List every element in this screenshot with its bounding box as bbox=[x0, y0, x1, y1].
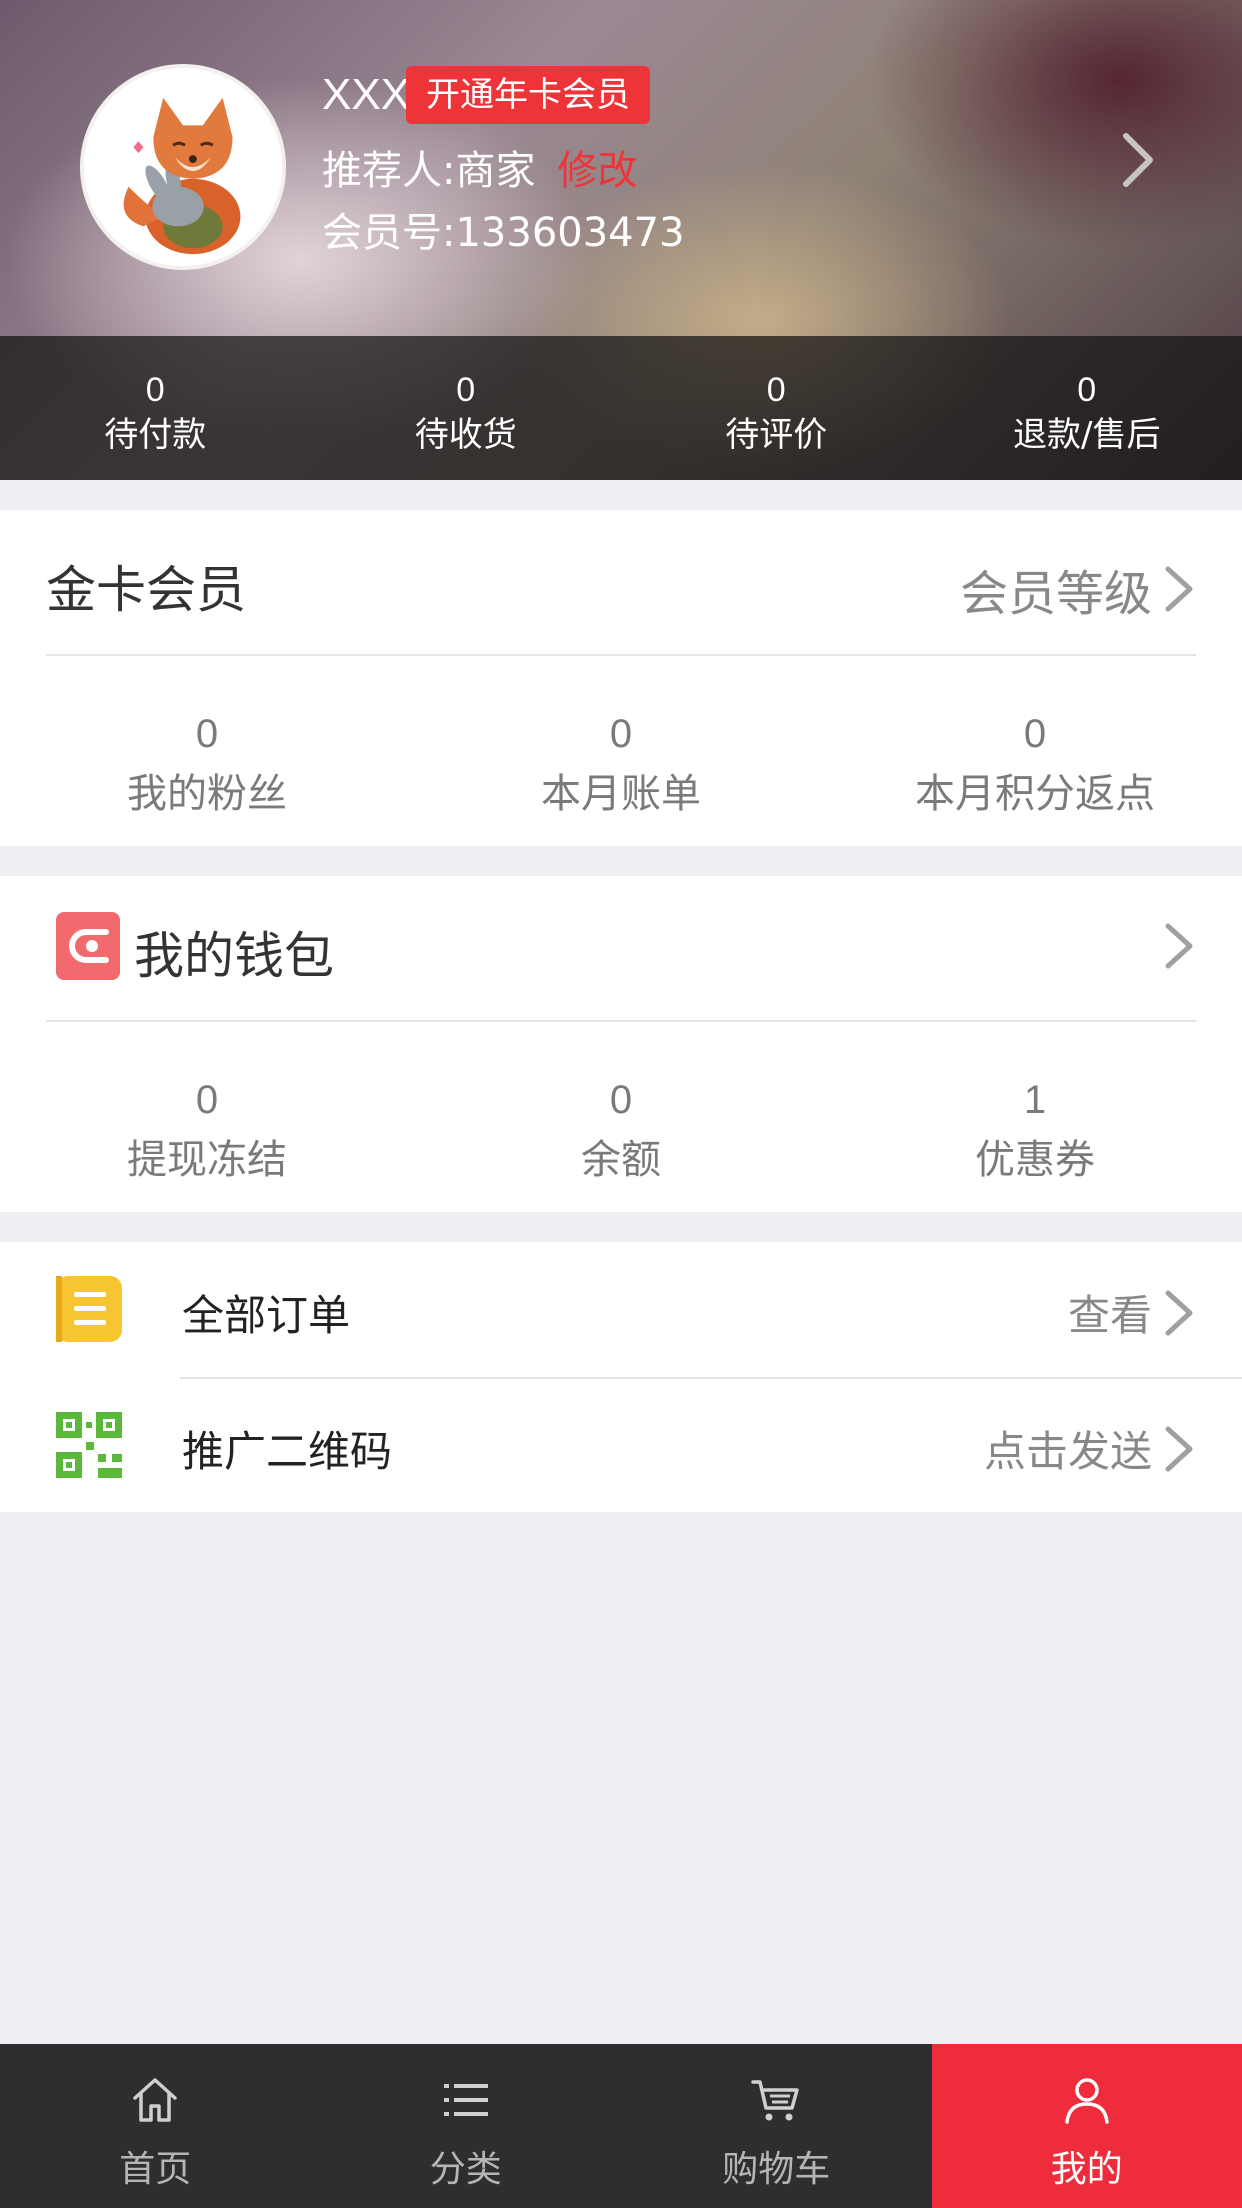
membership-level-label: 会员等级 bbox=[959, 566, 1152, 622]
stat-frozen-withdrawal[interactable]: 0 提现冻结 bbox=[0, 1072, 414, 1192]
user-icon bbox=[1065, 2078, 1109, 2124]
qr-code-icon bbox=[56, 1412, 122, 1478]
stat-value: 0 bbox=[609, 712, 633, 756]
order-count: 0 bbox=[145, 371, 165, 409]
menu-action-label: 点击发送 bbox=[983, 1427, 1152, 1476]
stat-label: 余额 bbox=[581, 1137, 661, 1183]
order-count: 0 bbox=[766, 371, 786, 409]
stat-label: 本月账单 bbox=[541, 771, 701, 817]
order-pending-payment[interactable]: 0 待付款 bbox=[0, 336, 311, 480]
order-list-icon bbox=[56, 1276, 122, 1342]
order-pending-review[interactable]: 0 待评价 bbox=[621, 336, 932, 480]
tab-label: 购物车 bbox=[722, 2149, 831, 2190]
tab-cart[interactable]: 购物车 bbox=[621, 2044, 932, 2208]
chevron-right-icon[interactable] bbox=[1118, 130, 1158, 190]
tab-home[interactable]: 首页 bbox=[0, 2044, 311, 2208]
vip-membership-button[interactable]: 开通年卡会员 bbox=[406, 66, 650, 124]
stat-label: 优惠券 bbox=[975, 1137, 1095, 1183]
menu-item-action[interactable]: 查看 bbox=[1068, 1282, 1196, 1343]
chevron-right-icon bbox=[1165, 923, 1193, 969]
menu-item-promo-qrcode[interactable]: 推广二维码 点击发送 bbox=[0, 1378, 1242, 1512]
user-name: XXX bbox=[322, 70, 411, 119]
stat-label: 提现冻结 bbox=[127, 1137, 287, 1183]
tab-label: 我的 bbox=[1050, 2149, 1123, 2190]
order-label: 待收货 bbox=[414, 415, 517, 455]
tab-category[interactable]: 分类 bbox=[311, 2044, 622, 2208]
tab-mine[interactable]: 我的 bbox=[931, 2044, 1242, 2208]
wallet-title: 我的钱包 bbox=[134, 927, 334, 985]
membership-stats: 0 我的粉丝 0 本月账单 0 本月积分返点 bbox=[0, 706, 1242, 826]
tab-label: 首页 bbox=[119, 2149, 192, 2190]
chevron-right-icon bbox=[1165, 1290, 1193, 1335]
order-label: 待付款 bbox=[104, 415, 207, 455]
home-icon bbox=[133, 2078, 177, 2122]
tab-label: 分类 bbox=[429, 2149, 502, 2190]
stat-monthly-bill[interactable]: 0 本月账单 bbox=[414, 706, 828, 826]
membership-card: 金卡会员 会员等级 0 我的粉丝 0 本月账单 0 本月积分返点 bbox=[0, 510, 1242, 846]
menu-item-action[interactable]: 点击发送 bbox=[984, 1418, 1196, 1479]
wallet-title-row[interactable]: 我的钱包 bbox=[46, 876, 1196, 1022]
bottom-tab-bar: 首页 分类 购物车 我的 bbox=[0, 2044, 1242, 2208]
wallet-card: 我的钱包 0 提现冻结 0 余额 1 优惠券 bbox=[0, 876, 1242, 1212]
order-pending-receipt[interactable]: 0 待收货 bbox=[311, 336, 622, 480]
stat-coupons[interactable]: 1 优惠券 bbox=[828, 1072, 1242, 1192]
stat-monthly-points[interactable]: 0 本月积分返点 bbox=[828, 706, 1242, 826]
profile-header: XXX 开通年卡会员 推荐人:商家 修改 会员号:133603473 0 待付款 … bbox=[0, 0, 1242, 480]
chevron-right-icon bbox=[1165, 1426, 1193, 1471]
order-count: 0 bbox=[456, 371, 476, 409]
wallet-icon bbox=[56, 912, 120, 980]
stat-value: 0 bbox=[195, 1078, 219, 1122]
fox-avatar-icon bbox=[84, 68, 282, 266]
edit-referrer-link[interactable]: 修改 bbox=[557, 148, 637, 194]
order-count: 0 bbox=[1077, 371, 1097, 409]
order-label: 退款/售后 bbox=[1013, 415, 1161, 455]
order-refund-aftersale[interactable]: 0 退款/售后 bbox=[932, 336, 1242, 480]
menu-action-label: 查看 bbox=[1067, 1291, 1152, 1340]
cart-icon bbox=[751, 2080, 799, 2121]
avatar[interactable] bbox=[80, 64, 286, 270]
stat-value: 0 bbox=[1023, 712, 1047, 756]
stat-label: 本月积分返点 bbox=[915, 771, 1155, 817]
stat-value: 1 bbox=[1023, 1078, 1047, 1122]
stat-value: 0 bbox=[195, 712, 219, 756]
wallet-stats: 0 提现冻结 0 余额 1 优惠券 bbox=[0, 1072, 1242, 1192]
order-label: 待评价 bbox=[725, 415, 828, 455]
referrer-text: 推荐人:商家 bbox=[322, 148, 536, 194]
menu-item-all-orders[interactable]: 全部订单 查看 bbox=[0, 1242, 1242, 1376]
stat-value: 0 bbox=[609, 1078, 633, 1122]
member-number: 会员号:133603473 bbox=[322, 210, 685, 256]
menu-item-label: 推广二维码 bbox=[182, 1427, 393, 1476]
chevron-right-icon bbox=[1165, 566, 1193, 612]
referrer-line: 推荐人:商家 修改 bbox=[322, 138, 637, 196]
stat-label: 我的粉丝 bbox=[127, 771, 287, 817]
wallet-link[interactable] bbox=[1152, 920, 1196, 972]
menu-item-label: 全部订单 bbox=[182, 1291, 351, 1340]
stat-balance[interactable]: 0 余额 bbox=[414, 1072, 828, 1192]
stat-fans[interactable]: 0 我的粉丝 bbox=[0, 706, 414, 826]
list-icon bbox=[443, 2084, 488, 2116]
membership-level-link[interactable]: 会员等级 bbox=[960, 554, 1196, 624]
order-status-bar: 0 待付款 0 待收货 0 待评价 0 退款/售后 bbox=[0, 336, 1242, 480]
membership-title-row[interactable]: 金卡会员 会员等级 bbox=[46, 510, 1196, 656]
membership-title: 金卡会员 bbox=[46, 561, 246, 619]
